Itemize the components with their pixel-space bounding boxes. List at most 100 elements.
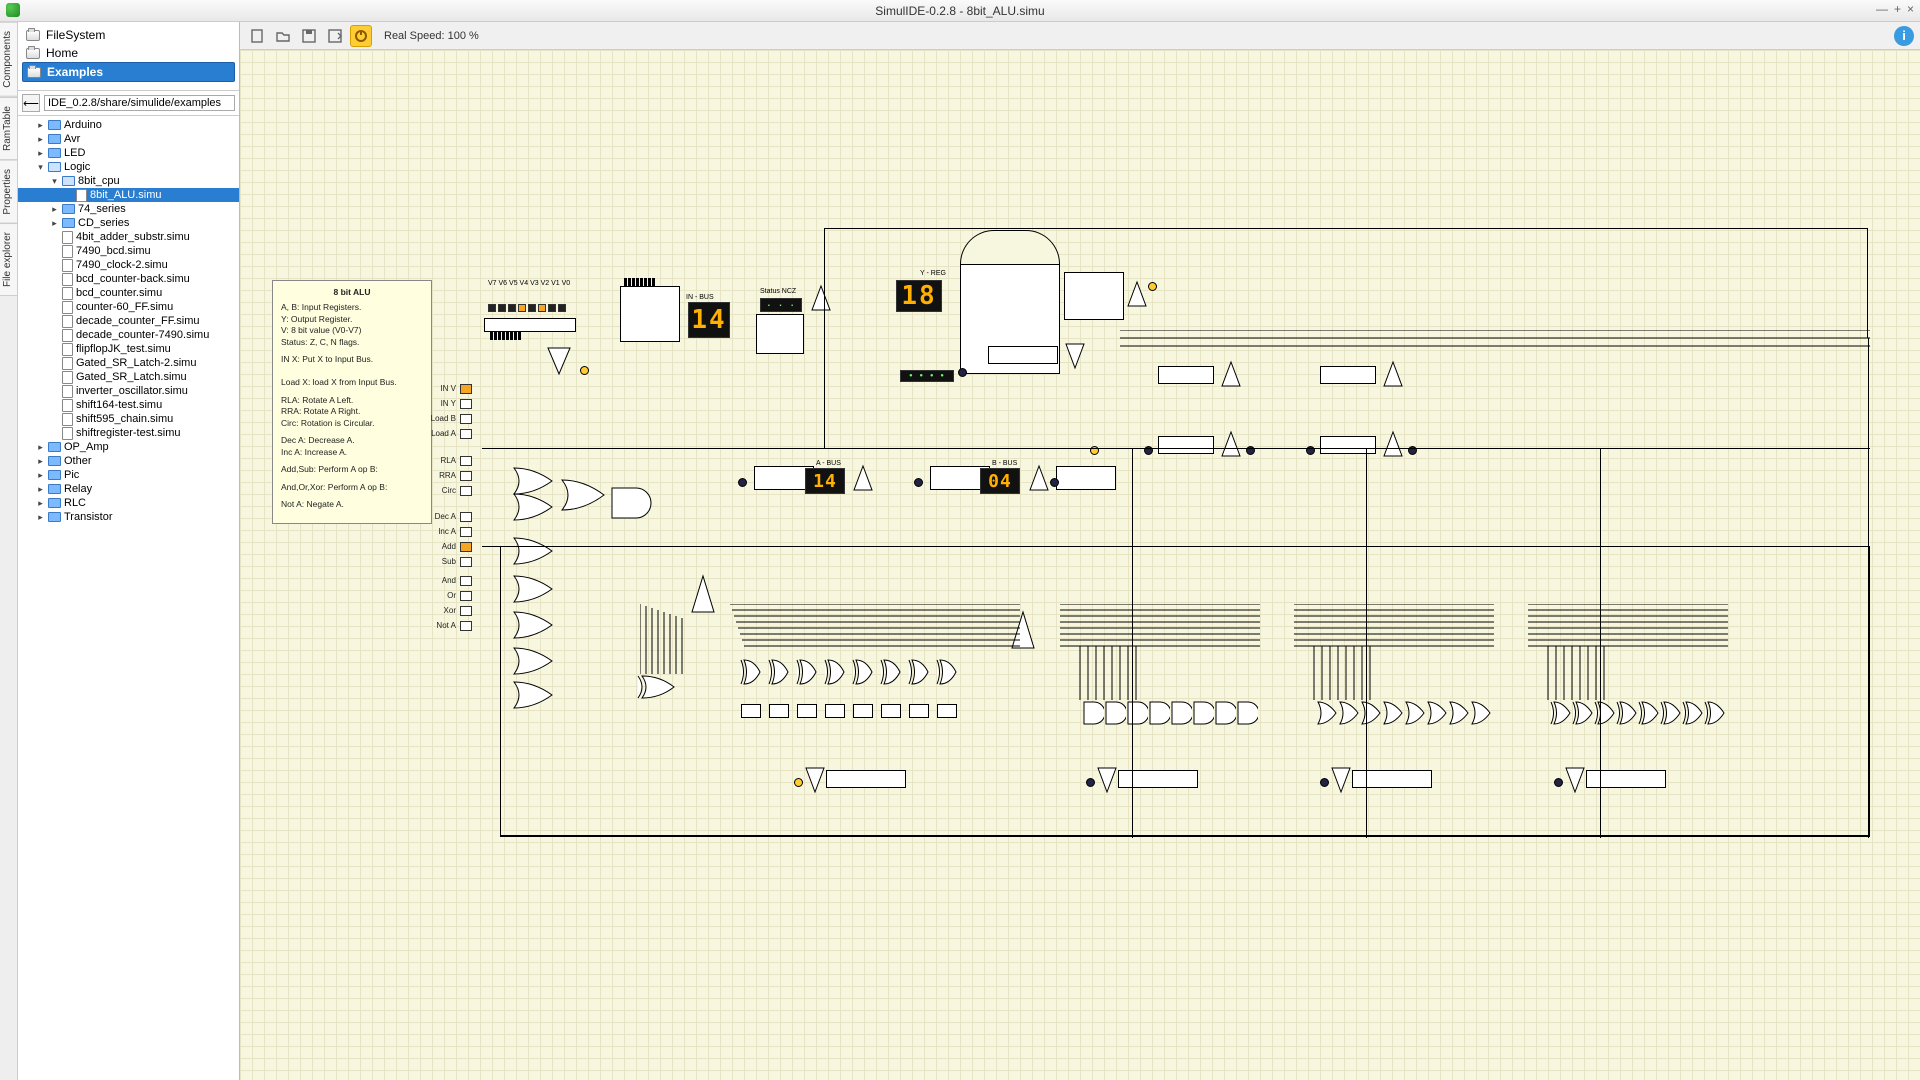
sidetab-properties[interactable]: Properties xyxy=(0,160,17,224)
tree-folder-relay[interactable]: ▸Relay xyxy=(18,482,239,496)
tree-folder-8bit-cpu[interactable]: ▾8bit_cpu xyxy=(18,174,239,188)
tree-file[interactable]: counter-60_FF.simu xyxy=(18,300,239,314)
tree-file[interactable]: flipflopJK_test.simu xyxy=(18,342,239,356)
v-pins xyxy=(490,332,521,340)
tree-folder-arduino[interactable]: ▸Arduino xyxy=(18,118,239,132)
tree-folder-opamp[interactable]: ▸OP_Amp xyxy=(18,440,239,454)
status-display: · · · xyxy=(760,298,802,312)
sidetab-ramtable[interactable]: RamTable xyxy=(0,97,17,160)
back-button[interactable]: ⟵ xyxy=(22,94,40,112)
tab-filesystem[interactable]: FileSystem xyxy=(22,26,235,44)
wire-bundle xyxy=(1294,604,1494,700)
save-button[interactable] xyxy=(298,25,320,47)
tree-folder-avr[interactable]: ▸Avr xyxy=(18,132,239,146)
tree-file[interactable]: 7490_bcd.simu xyxy=(18,244,239,258)
tree-file[interactable]: decade_counter_FF.simu xyxy=(18,314,239,328)
tree-file[interactable]: bcd_counter-back.simu xyxy=(18,272,239,286)
file-tree: ▸Arduino ▸Avr ▸LED ▾Logic ▾8bit_cpu 8bit… xyxy=(18,116,239,1080)
file-icon xyxy=(62,427,73,440)
tree-file[interactable]: Gated_SR_Latch.simu xyxy=(18,370,239,384)
bbus-label: B - BUS xyxy=(992,460,1017,467)
wire-bundle xyxy=(1528,604,1728,700)
close-button[interactable]: × xyxy=(1907,2,1914,16)
save-as-button[interactable] xyxy=(324,25,346,47)
app-icon xyxy=(6,3,20,17)
tree-folder-pic[interactable]: ▸Pic xyxy=(18,468,239,482)
tree-file[interactable]: Gated_SR_Latch-2.simu xyxy=(18,356,239,370)
tree-file[interactable]: bcd_counter.simu xyxy=(18,286,239,300)
file-icon xyxy=(62,413,73,426)
folder-icon xyxy=(48,456,61,466)
probe-node xyxy=(958,368,967,377)
b-side-chip xyxy=(1056,466,1116,490)
v-input-leds[interactable] xyxy=(488,304,566,312)
run-button[interactable] xyxy=(350,25,372,47)
wire-bundle xyxy=(640,604,1020,674)
minimize-button[interactable]: — xyxy=(1876,2,1888,16)
schematic-canvas[interactable]: 8 bit ALU A, B: Input Registers. Y: Outp… xyxy=(240,50,1920,1080)
inbus-display: 14 xyxy=(688,302,730,338)
tree-folder-cdseries[interactable]: ▸CD_series xyxy=(18,216,239,230)
folder-icon xyxy=(48,498,61,508)
folder-icon xyxy=(48,120,61,130)
tree-file[interactable]: decade_counter-7490.simu xyxy=(18,328,239,342)
tree-file[interactable]: shift164-test.simu xyxy=(18,398,239,412)
folder-icon xyxy=(48,512,61,522)
file-icon xyxy=(62,357,73,370)
path-bar: ⟵ xyxy=(18,90,239,116)
file-icon xyxy=(62,301,73,314)
wire-bundle xyxy=(1060,604,1260,700)
info-button[interactable]: i xyxy=(1894,26,1914,46)
tab-examples[interactable]: Examples xyxy=(22,62,235,82)
probe-node xyxy=(914,478,923,487)
buffer-gate-icon xyxy=(546,346,572,376)
tree-folder-74series[interactable]: ▸74_series xyxy=(18,202,239,216)
folder-icon xyxy=(62,176,75,186)
status-label: Status NCZ xyxy=(760,288,796,295)
canvas-area: Real Speed: 100 % i 8 bit ALU A, B: Inpu… xyxy=(240,22,1920,1080)
sidetab-components[interactable]: Components xyxy=(0,22,17,97)
status-chip xyxy=(756,314,804,354)
tab-home-label: Home xyxy=(46,46,78,60)
side-tab-strip: Components RamTable Properties File expl… xyxy=(0,22,18,1080)
or-gate-icon xyxy=(560,478,608,512)
path-input[interactable] xyxy=(44,95,235,111)
sidetab-file-explorer[interactable]: File explorer xyxy=(0,223,17,296)
folder-icon xyxy=(48,442,61,452)
yreg-bottom-chip xyxy=(988,346,1058,364)
probe-led xyxy=(580,366,589,375)
titlebar: SimulIDE-0.2.8 - 8bit_ALU.simu — + × xyxy=(0,0,1920,22)
tree-file[interactable]: inverter_oscillator.simu xyxy=(18,384,239,398)
file-icon xyxy=(62,259,73,272)
window-controls: — + × xyxy=(1876,2,1914,16)
tree-folder-logic[interactable]: ▾Logic xyxy=(18,160,239,174)
tree-folder-rlc[interactable]: ▸RLC xyxy=(18,496,239,510)
tree-file[interactable]: shift595_chain.simu xyxy=(18,412,239,426)
toolbar: Real Speed: 100 % i xyxy=(240,22,1920,50)
new-button[interactable] xyxy=(246,25,268,47)
folder-icon xyxy=(48,470,61,480)
tab-home[interactable]: Home xyxy=(22,44,235,62)
folder-icon xyxy=(48,484,61,494)
folder-icon xyxy=(62,218,75,228)
and-gate-icon xyxy=(610,486,658,520)
file-icon xyxy=(62,287,73,300)
tree-file-8bit-alu[interactable]: 8bit_ALU.simu xyxy=(18,188,239,202)
inbus-pins xyxy=(624,278,655,286)
wire-bundle xyxy=(1120,330,1870,390)
file-icon xyxy=(76,189,87,202)
maximize-button[interactable]: + xyxy=(1894,2,1901,16)
bbus-display: 04 xyxy=(980,468,1020,494)
or-gate-icon xyxy=(512,492,556,522)
tree-file[interactable]: 4bit_adder_substr.simu xyxy=(18,230,239,244)
tab-examples-label: Examples xyxy=(47,65,103,79)
tree-folder-transistor[interactable]: ▸Transistor xyxy=(18,510,239,524)
folder-icon xyxy=(26,48,40,59)
open-button[interactable] xyxy=(272,25,294,47)
file-icon xyxy=(62,399,73,412)
tree-file[interactable]: shiftregister-test.simu xyxy=(18,426,239,440)
tree-file[interactable]: 7490_clock-2.simu xyxy=(18,258,239,272)
abus-display: 14 xyxy=(805,468,845,494)
tree-folder-led[interactable]: ▸LED xyxy=(18,146,239,160)
tree-folder-other[interactable]: ▸Other xyxy=(18,454,239,468)
